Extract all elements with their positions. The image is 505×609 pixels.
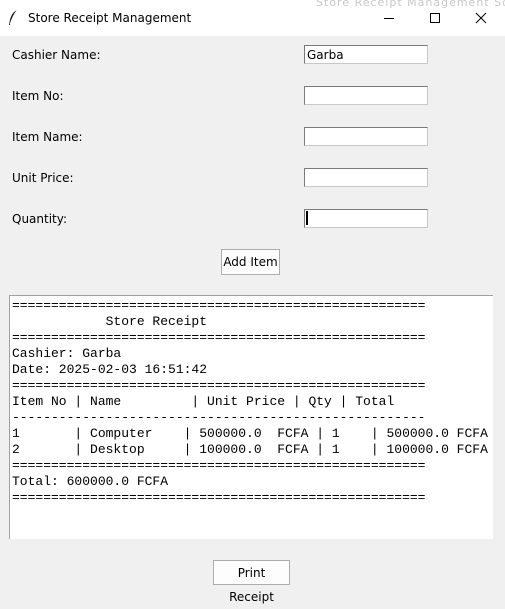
receipt-separator: ========================================… [12,490,426,505]
title-bar[interactable]: Store Receipt Management Solu Store Rece… [0,0,505,36]
feather-icon [7,9,19,27]
receipt-text-area[interactable]: ========================================… [9,295,493,539]
minimize-button[interactable] [366,0,412,36]
receipt-separator: ========================================… [12,458,426,473]
cashier-name-input[interactable] [304,45,428,64]
item-name-label: Item Name: [12,130,83,144]
receipt-row: 1 | Computer | 500000.0 FCFA | 1 | 50000… [12,426,488,441]
item-no-input[interactable] [304,86,428,105]
unit-price-input[interactable] [304,168,428,187]
cashier-name-label: Cashier Name: [12,48,101,62]
quantity-label: Quantity: [12,212,68,226]
text-cursor [306,211,308,225]
receipt-dash-separator: ----------------------------------------… [12,410,426,425]
unit-price-label: Unit Price: [12,171,74,185]
close-button[interactable] [458,0,504,36]
receipt-date: Date: 2025-02-03 16:51:42 [12,362,208,377]
receipt-separator: ========================================… [12,298,426,313]
receipt-total: Total: 600000.0 FCFA [12,474,169,489]
receipt-separator: ========================================… [12,330,426,345]
receipt-row: 2 | Desktop | 100000.0 FCFA | 1 | 100000… [12,442,488,457]
receipt-title: Store Receipt [12,314,208,329]
close-icon [475,12,487,24]
quantity-input[interactable] [304,209,428,228]
print-receipt-button[interactable]: Print Receipt [213,560,290,604]
item-no-label: Item No: [12,89,64,103]
item-name-input[interactable] [304,127,428,146]
maximize-button[interactable] [412,0,458,36]
add-item-button[interactable]: Add Item [221,249,280,275]
receipt-header: Item No | Name | Unit Price | Qty | Tota… [12,394,395,409]
receipt-separator: ========================================… [12,378,426,393]
window-title: Store Receipt Management [28,11,192,25]
receipt-cashier: Cashier: Garba [12,346,122,361]
minimize-icon [384,18,394,19]
maximize-icon [430,13,440,23]
